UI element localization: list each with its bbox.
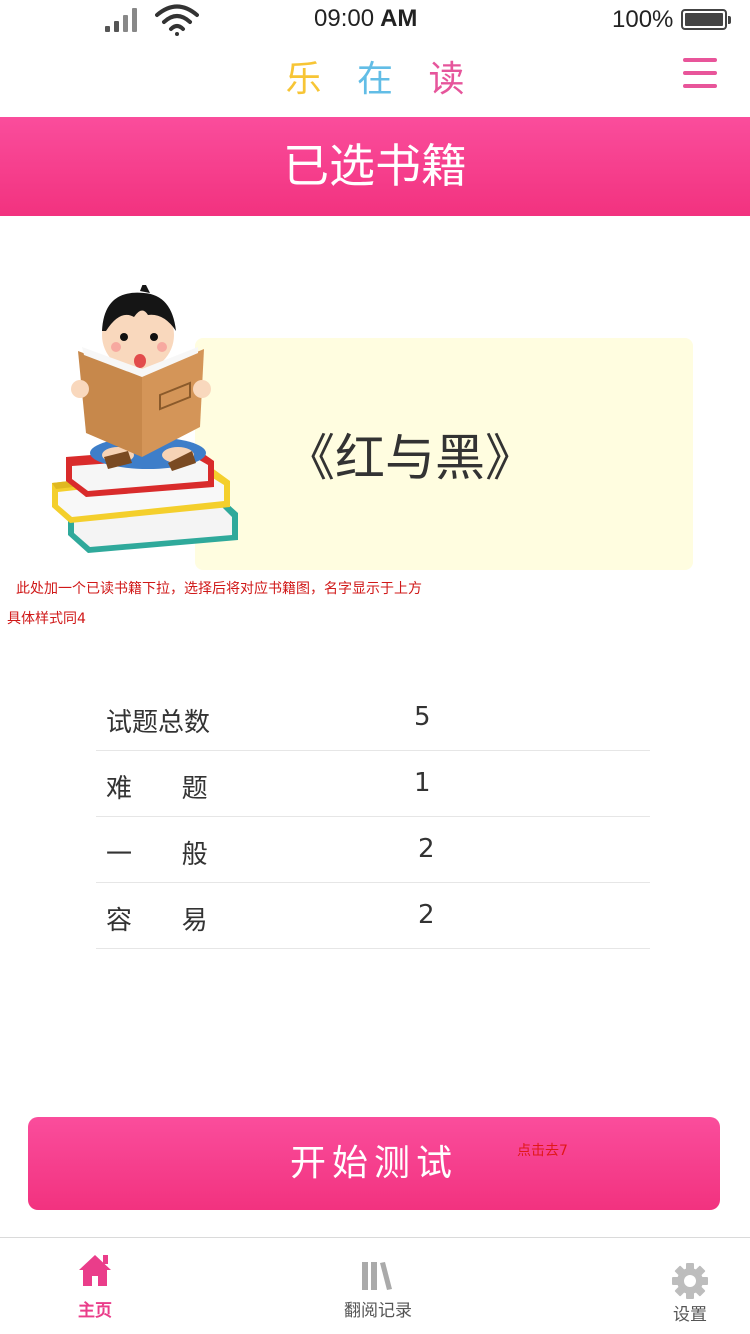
app-title-char-2: 在 [356,59,393,100]
tab-label: 主页 [78,1301,112,1321]
app-title-char-1: 乐 [285,59,322,100]
screen: 09:00 AM 100% 乐 在 读 已选书籍 《红与黑》 此处加一个已读书籍… [0,0,750,1334]
clock: 09:00 AM [314,5,418,32]
stat-label: 试题总数 [106,708,211,738]
stat-value: 2 [418,834,435,864]
style-note: 具体样式同4 [7,611,86,627]
question-stats-table: 试题总数 5 难 题 1 一 般 2 容 易 2 [96,685,650,949]
gear-icon [672,1263,708,1299]
book-title: 《红与黑》 [285,429,535,487]
battery-percentage: 100% [612,6,674,33]
battery-icon [681,9,731,30]
app-title-char-3: 读 [428,59,465,100]
stat-label: 容 易 [106,906,208,936]
stat-value: 5 [414,702,431,732]
stat-label: 一 般 [106,840,208,870]
wifi-icon [155,4,199,36]
books-icon [362,1262,392,1290]
signal-icon [105,6,139,32]
menu-icon[interactable] [683,58,717,88]
stat-value: 2 [418,900,435,930]
tab-label: 翻阅记录 [344,1301,412,1321]
stat-row-medium: 一 般 2 [96,817,650,883]
tab-label: 设置 [673,1305,707,1325]
tab-settings[interactable]: 设置 [655,1238,735,1334]
stat-label: 难 题 [106,774,208,804]
stat-row-hard: 难 题 1 [96,751,650,817]
boy-reading-illustration [52,285,238,553]
app-title: 乐 在 读 [0,50,750,102]
page-header: 已选书籍 [0,117,750,216]
stat-row-easy: 容 易 2 [96,883,650,949]
tab-reading-history[interactable]: 翻阅记录 [330,1238,430,1334]
home-icon [79,1255,111,1286]
status-bar: 09:00 AM 100% [0,0,750,40]
tab-home[interactable]: 主页 [55,1238,135,1334]
bottom-tab-bar: 主页 翻阅记录 设置 [0,1237,750,1334]
button-note: 点击去7 [517,1143,568,1159]
dropdown-note: 此处加一个已读书籍下拉，选择后将对应书籍图，名字显示于上方 [16,581,422,597]
stat-row-total: 试题总数 5 [96,685,650,751]
stat-value: 1 [414,768,431,798]
start-test-button[interactable]: 开始测试 [28,1117,720,1210]
